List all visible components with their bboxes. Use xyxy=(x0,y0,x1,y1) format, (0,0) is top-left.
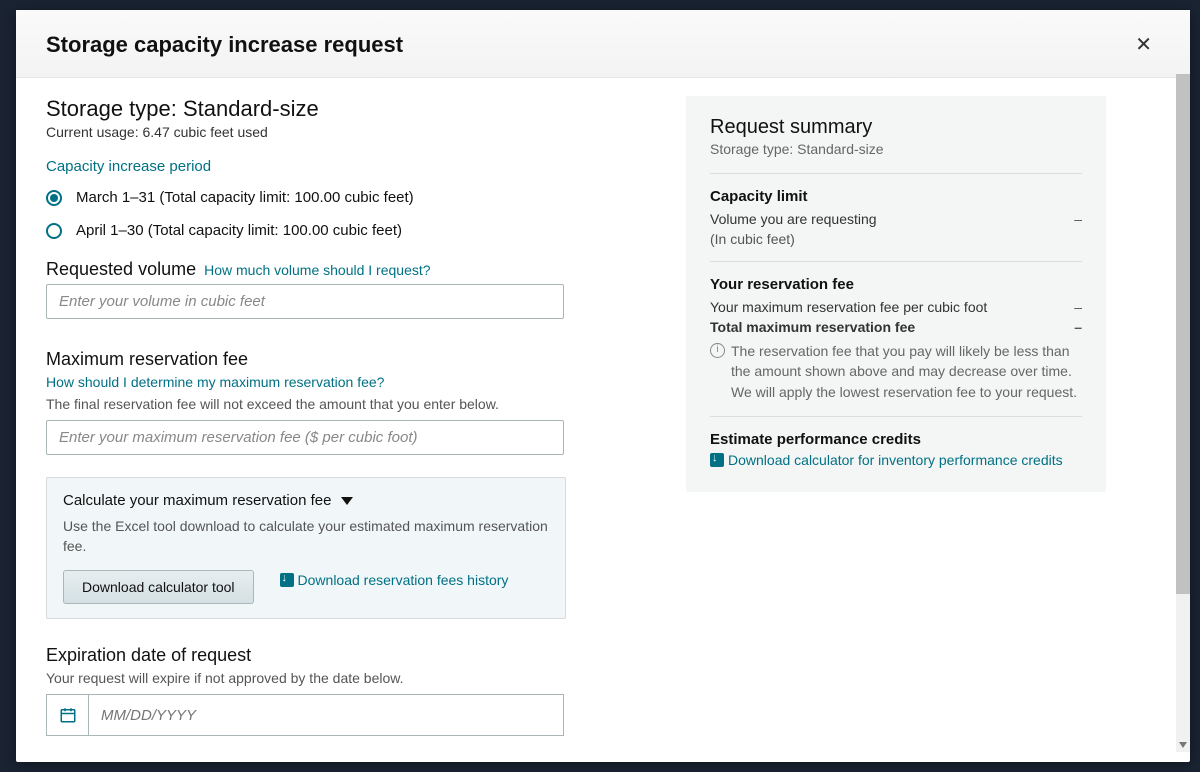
max-fee-input[interactable] xyxy=(46,420,564,455)
scrollbar-thumb[interactable] xyxy=(1176,74,1190,594)
info-icon: i xyxy=(710,343,725,358)
current-usage-text: Current usage: 6.47 cubic feet used xyxy=(46,124,646,140)
download-icon xyxy=(280,573,294,587)
request-summary-panel: Request summary Storage type: Standard-s… xyxy=(686,96,1106,492)
fee-per-foot-row: Your maximum reservation fee per cubic f… xyxy=(710,299,1082,315)
total-fee-value: – xyxy=(1074,319,1082,335)
fee-per-foot-value: – xyxy=(1074,299,1082,315)
calculator-toggle[interactable]: Calculate your maximum reservation fee xyxy=(63,492,549,509)
period-option-march[interactable]: March 1–31 (Total capacity limit: 100.00… xyxy=(46,189,646,206)
volume-requesting-value: – xyxy=(1074,211,1082,227)
summary-storage-type: Storage type: Standard-size xyxy=(710,141,1082,157)
divider xyxy=(710,173,1082,174)
storage-type-heading: Storage type: Standard-size xyxy=(46,96,646,122)
period-option-label: April 1–30 (Total capacity limit: 100.00… xyxy=(76,222,402,239)
download-history-link[interactable]: Download reservation fees history xyxy=(280,572,509,588)
estimate-credits-header: Estimate performance credits xyxy=(710,431,1082,448)
divider xyxy=(710,416,1082,417)
radio-icon[interactable] xyxy=(46,190,62,206)
calculator-box: Calculate your maximum reservation fee U… xyxy=(46,477,566,619)
download-icon xyxy=(710,453,724,467)
expiration-description: Your request will expire if not approved… xyxy=(46,670,646,686)
download-calculator-button[interactable]: Download calculator tool xyxy=(63,570,254,604)
close-icon[interactable]: ✕ xyxy=(1127,28,1160,61)
max-fee-label: Maximum reservation fee xyxy=(46,349,646,370)
total-fee-row: Total maximum reservation fee – xyxy=(710,319,1082,335)
modal-title: Storage capacity increase request xyxy=(46,32,403,58)
capacity-period-title[interactable]: Capacity increase period xyxy=(46,158,211,175)
period-option-label: March 1–31 (Total capacity limit: 100.00… xyxy=(76,189,414,206)
capacity-limit-header: Capacity limit xyxy=(710,188,1082,205)
max-fee-description: The final reservation fee will not excee… xyxy=(46,396,646,412)
max-fee-help-link[interactable]: How should I determine my maximum reserv… xyxy=(46,374,384,390)
scrollbar-down-icon[interactable] xyxy=(1179,742,1187,748)
reservation-fee-header: Your reservation fee xyxy=(710,276,1082,293)
expiration-date-input[interactable] xyxy=(88,694,564,736)
fee-info-note: i The reservation fee that you pay will … xyxy=(710,341,1082,402)
modal-header: Storage capacity increase request ✕ xyxy=(16,10,1190,78)
expiration-label: Expiration date of request xyxy=(46,645,646,666)
radio-icon[interactable] xyxy=(46,223,62,239)
volume-requesting-row: Volume you are requesting – xyxy=(710,211,1082,227)
requested-volume-input[interactable] xyxy=(46,284,564,319)
volume-unit-text: (In cubic feet) xyxy=(710,231,1082,247)
summary-title: Request summary xyxy=(710,116,1082,139)
calendar-icon[interactable] xyxy=(46,694,88,736)
chevron-down-icon xyxy=(341,497,353,505)
form-column: Storage type: Standard-size Current usag… xyxy=(46,96,646,742)
period-option-april[interactable]: April 1–30 (Total capacity limit: 100.00… xyxy=(46,222,646,239)
requested-volume-label: Requested volume How much volume should … xyxy=(46,259,646,280)
modal-body: Storage type: Standard-size Current usag… xyxy=(16,78,1190,762)
divider xyxy=(710,261,1082,262)
calculator-description: Use the Excel tool download to calculate… xyxy=(63,517,549,556)
summary-column: Request summary Storage type: Standard-s… xyxy=(686,96,1106,742)
requested-volume-help-link[interactable]: How much volume should I request? xyxy=(204,262,430,278)
expiration-date-field xyxy=(46,694,646,736)
scrollbar[interactable] xyxy=(1176,74,1190,752)
modal: Storage capacity increase request ✕ Stor… xyxy=(16,10,1190,762)
estimate-credits-link[interactable]: Download calculator for inventory perfor… xyxy=(710,452,1063,468)
